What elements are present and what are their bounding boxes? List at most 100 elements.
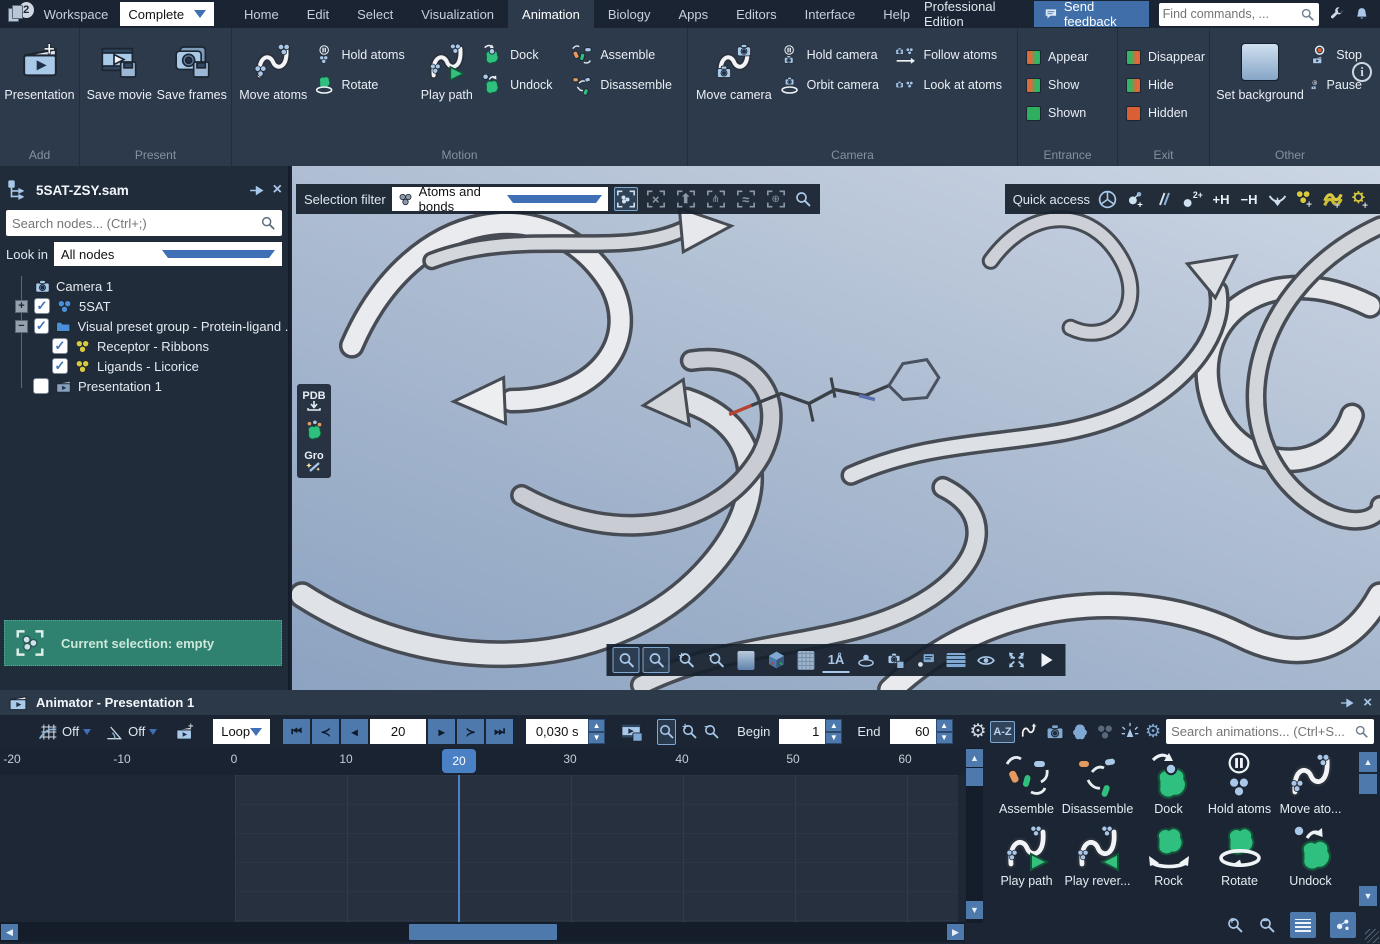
- filter-effects-icon[interactable]: [1120, 722, 1140, 742]
- fullscreen-icon[interactable]: [1003, 647, 1030, 673]
- end-frame-field[interactable]: 60: [890, 719, 936, 744]
- hold-camera-button[interactable]: Hold camera: [776, 44, 891, 66]
- notifications-bell-icon[interactable]: [1354, 5, 1370, 23]
- palette-item-rotate[interactable]: Rotate: [1204, 824, 1275, 888]
- search-nodes-box[interactable]: [6, 210, 282, 236]
- scroll-up-button[interactable]: ▲: [966, 749, 983, 767]
- tree-item-presentation[interactable]: Presentation 1: [0, 376, 288, 396]
- pdb-download-button[interactable]: PDB: [299, 388, 329, 414]
- viewport-3d[interactable]: Selection filter Atoms and bonds × ⬆ ⋔ ≈…: [292, 166, 1380, 690]
- palette-zoom-in-icon[interactable]: +: [1226, 916, 1244, 934]
- menu-edit[interactable]: Edit: [293, 0, 343, 28]
- timeline-vertical-scrollbar[interactable]: ▲ ▼: [966, 748, 983, 923]
- set-background-button[interactable]: Set background: [1214, 36, 1306, 102]
- frame-time-spinner[interactable]: ▲▼: [588, 719, 605, 744]
- menu-apps[interactable]: Apps: [665, 0, 723, 28]
- select-all-button[interactable]: [614, 187, 638, 211]
- move-camera-button[interactable]: Move camera: [692, 36, 776, 102]
- next-keyframe-button[interactable]: ≻: [457, 719, 484, 744]
- pin-icon[interactable]: [248, 182, 265, 199]
- add-atom-icon[interactable]: +: [1124, 187, 1146, 211]
- search-icon[interactable]: [794, 190, 812, 208]
- resize-grip[interactable]: [1365, 929, 1379, 943]
- minimize-icon[interactable]: [1266, 187, 1288, 211]
- frame-time-field[interactable]: 0,030 s: [526, 719, 588, 744]
- step-forward-button[interactable]: ▸: [428, 719, 455, 744]
- save-movie-button[interactable]: Save movie: [84, 36, 155, 102]
- close-icon[interactable]: ×: [1363, 694, 1372, 711]
- dock-tool-button[interactable]: [299, 418, 329, 444]
- selection-filter-dropdown[interactable]: Atoms and bonds: [392, 187, 608, 211]
- palette-item-hold-atoms[interactable]: Hold atoms: [1204, 752, 1275, 816]
- search-animations-box[interactable]: [1166, 719, 1374, 744]
- play-path-button[interactable]: Play path: [416, 36, 477, 102]
- preferences-wrench-icon[interactable]: [1329, 5, 1345, 23]
- playback-mode-dropdown[interactable]: Loop: [213, 719, 270, 744]
- menu-biology[interactable]: Biology: [594, 0, 665, 28]
- assemble-button[interactable]: Assemble: [567, 44, 683, 66]
- palette-item-assemble[interactable]: Assemble: [991, 752, 1062, 816]
- palette-item-dock[interactable]: Dock: [1133, 752, 1204, 816]
- previous-keyframe-button[interactable]: ≺: [312, 719, 339, 744]
- search-animations-input[interactable]: [1171, 724, 1354, 739]
- send-feedback-button[interactable]: Send feedback: [1034, 1, 1149, 27]
- deselect-button[interactable]: ×: [644, 187, 668, 211]
- palette-graph-view-button[interactable]: [1330, 912, 1356, 938]
- timeline-zoom-in-button[interactable]: +: [681, 719, 698, 745]
- skip-to-end-button[interactable]: ⏭: [486, 719, 513, 744]
- navigation-wheel-icon[interactable]: [1096, 187, 1118, 211]
- presentation-button[interactable]: + Presentation: [4, 36, 75, 102]
- palette-item-disassemble[interactable]: Disassemble: [1062, 752, 1133, 816]
- info-icon[interactable]: i: [1352, 62, 1372, 82]
- tree-item-receptor[interactable]: ✓ Receptor - Ribbons: [0, 336, 288, 356]
- menu-select[interactable]: Select: [343, 0, 407, 28]
- scroll-thumb[interactable]: [409, 924, 557, 940]
- select-similar-button[interactable]: ≈: [734, 187, 758, 211]
- legend-icon[interactable]: [943, 647, 970, 673]
- look-at-atoms-button[interactable]: Look at atoms: [890, 74, 1013, 96]
- tree-item-5sat[interactable]: + ✓ 5SAT: [0, 296, 288, 316]
- step-back-button[interactable]: ◂: [341, 719, 368, 744]
- scroll-left-button[interactable]: ◀: [1, 924, 18, 940]
- palette-item-rock[interactable]: Rock: [1133, 824, 1204, 888]
- scroll-thumb[interactable]: [1359, 774, 1377, 794]
- rotate-button[interactable]: Rotate: [311, 74, 417, 96]
- expander-plus-icon[interactable]: +: [15, 300, 28, 313]
- snapshot-camera-icon[interactable]: [883, 647, 910, 673]
- appear-button[interactable]: Appear: [1022, 46, 1092, 68]
- find-commands-input[interactable]: [1163, 7, 1300, 21]
- palette-scrollbar[interactable]: ▲ ▼: [1359, 752, 1377, 904]
- workspace-pages-icon[interactable]: [8, 5, 25, 23]
- follow-atoms-button[interactable]: Follow atoms: [890, 44, 1013, 66]
- begin-frame-spinner[interactable]: ▲▼: [825, 719, 842, 744]
- move-atoms-button[interactable]: Move atoms: [236, 36, 311, 102]
- palette-list-view-button[interactable]: [1290, 912, 1316, 938]
- playhead-line[interactable]: [458, 775, 460, 922]
- menu-home[interactable]: Home: [230, 0, 293, 28]
- palette-item-move-atoms[interactable]: Move ato...: [1275, 752, 1346, 816]
- charge-icon[interactable]: 2+: [1180, 187, 1204, 211]
- pin-icon[interactable]: [1339, 695, 1355, 711]
- scroll-thumb[interactable]: [966, 768, 983, 786]
- zoom-select-icon[interactable]: [613, 647, 640, 673]
- tree-item-camera[interactable]: Camera 1: [0, 276, 288, 296]
- checkbox-checked[interactable]: ✓: [34, 298, 50, 314]
- angle-snap-control[interactable]: Off: [104, 722, 157, 742]
- hold-atoms-button[interactable]: Hold atoms: [311, 44, 417, 66]
- current-frame-field[interactable]: 20: [370, 719, 426, 744]
- background-icon[interactable]: [733, 647, 760, 673]
- filter-path-icon[interactable]: +: [1020, 722, 1040, 742]
- checkbox-checked[interactable]: ✓: [34, 318, 50, 334]
- add-preset-icon[interactable]: +: [1322, 187, 1344, 211]
- look-in-dropdown[interactable]: All nodes: [54, 242, 282, 266]
- zoom-out-icon[interactable]: −: [703, 647, 730, 673]
- animator-settings-gear-icon[interactable]: ⚙: [970, 720, 987, 743]
- menu-animation[interactable]: Animation: [508, 0, 594, 28]
- palette-item-play-path[interactable]: Play path: [991, 824, 1062, 888]
- close-icon[interactable]: ×: [273, 181, 282, 199]
- palette-settings-gear-icon[interactable]: ⚙: [1145, 721, 1161, 742]
- scroll-down-button[interactable]: ▼: [1359, 886, 1377, 906]
- add-hydrogens-button[interactable]: +H: [1210, 187, 1232, 211]
- find-commands-box[interactable]: [1159, 3, 1319, 26]
- filter-camera-icon[interactable]: [1045, 722, 1065, 742]
